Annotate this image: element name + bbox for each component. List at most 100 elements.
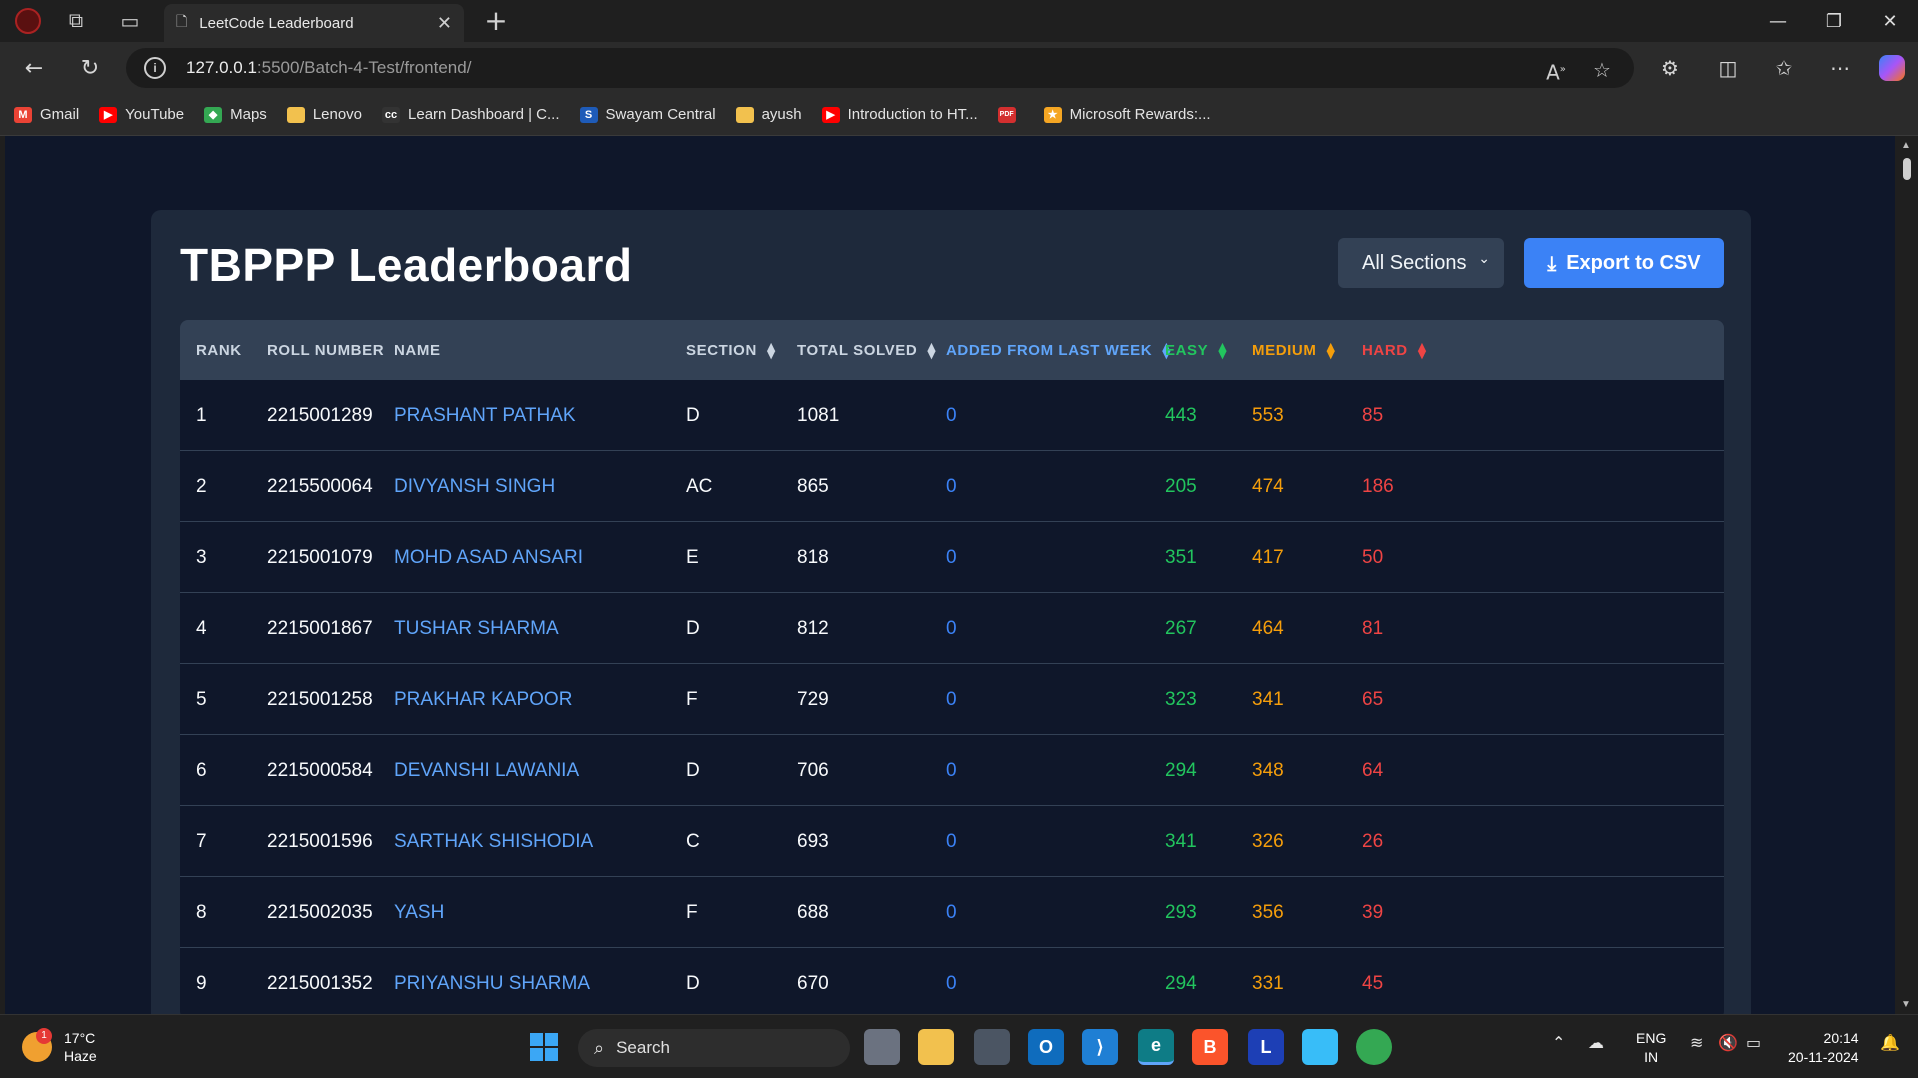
folder-icon	[286, 106, 305, 123]
page-title: TBPPP Leaderboard	[180, 239, 633, 291]
student-name-link[interactable]: DIVYANSH SINGH	[394, 476, 555, 498]
close-window-button[interactable]: ✕	[1862, 0, 1918, 42]
edge-icon[interactable]: e	[1138, 1029, 1174, 1065]
bookmark-item[interactable]: ▶ Introduction to HT...	[821, 106, 978, 123]
bookmark-item[interactable]: M Gmail	[14, 106, 79, 123]
favorite-star-icon[interactable]: ☆	[1584, 56, 1620, 84]
chevron-down-icon: ⌄	[1478, 251, 1490, 267]
cell-rank: 7	[196, 831, 207, 852]
taskbar-search[interactable]: ⌕ Search	[578, 1029, 850, 1067]
store-icon[interactable]	[974, 1029, 1010, 1065]
show-hidden-icons-icon[interactable]: ⌃	[1552, 1033, 1565, 1052]
url-text[interactable]: 127.0.0.1:5500/Batch-4-Test/frontend/	[186, 58, 471, 78]
new-tab-button[interactable]: +	[478, 6, 514, 38]
chrome-icon[interactable]	[1356, 1029, 1392, 1065]
battery-icon[interactable]: ▭	[1746, 1033, 1761, 1052]
notifications-icon[interactable]: 🔔	[1880, 1033, 1900, 1052]
profile-icon[interactable]	[6, 0, 50, 42]
scrollbar-thumb[interactable]	[1903, 158, 1911, 180]
vscode-icon[interactable]: ⟩	[1082, 1029, 1118, 1065]
close-tab-icon[interactable]: ✕	[437, 13, 452, 34]
copilot-icon[interactable]	[1872, 50, 1912, 86]
language-indicator[interactable]: ENG IN	[1636, 1029, 1666, 1067]
sort-icon[interactable]: ▲ ▼	[927, 341, 936, 360]
volume-muted-icon[interactable]: 🔇	[1718, 1033, 1738, 1052]
file-explorer-icon[interactable]	[918, 1029, 954, 1065]
student-name-link[interactable]: TUSHAR SHARMA	[394, 618, 559, 640]
bookmark-item[interactable]: cc Learn Dashboard | C...	[382, 106, 560, 123]
read-aloud-icon[interactable]: A»	[1538, 56, 1574, 85]
tab-actions-icon[interactable]: ▭	[108, 0, 152, 42]
column-added-last-week[interactable]: ADDED FROM LAST WEEK ▲ ▼	[946, 341, 1171, 360]
student-name-link[interactable]: DEVANSHI LAWANIA	[394, 760, 579, 782]
student-name-link[interactable]: PRAKHAR KAPOOR	[394, 689, 572, 711]
bookmark-item[interactable]: ▶ YouTube	[99, 106, 184, 123]
sort-icon[interactable]: ▲ ▼	[1218, 341, 1227, 360]
extensions-icon[interactable]: ⚙	[1650, 50, 1690, 86]
favorites-icon[interactable]: ✩	[1764, 50, 1804, 86]
restore-button[interactable]: ❐	[1806, 0, 1862, 42]
cell-hard: 81	[1362, 618, 1384, 639]
export-csv-button[interactable]: ⤓ Export to CSV	[1524, 238, 1724, 288]
wifi-icon[interactable]: ≋	[1690, 1033, 1703, 1052]
clock[interactable]: 20:14 20-11-2024	[1788, 1029, 1859, 1067]
student-name-link[interactable]: MOHD ASAD ANSARI	[394, 547, 583, 569]
student-name-link[interactable]: PRIYANSHU SHARMA	[394, 973, 590, 995]
start-button[interactable]	[526, 1029, 562, 1065]
column-section[interactable]: SECTION ▲ ▼	[686, 341, 776, 360]
folder-icon	[735, 106, 754, 123]
more-menu-icon[interactable]: ⋯	[1820, 50, 1860, 86]
cell-medium: 326	[1252, 831, 1284, 852]
bookmarks-bar: M Gmail ▶ YouTube ◆ Maps Lenovo cc Learn Dashboa…	[0, 94, 1918, 136]
bookmark-item[interactable]: S Swayam Central	[579, 106, 716, 123]
brave-icon[interactable]: B	[1192, 1029, 1228, 1065]
bookmark-item[interactable]: ◆ Maps	[204, 106, 267, 123]
student-name-link[interactable]: YASH	[394, 902, 444, 924]
bookmark-item[interactable]: PDF	[997, 106, 1024, 123]
student-name-link[interactable]: SARTHAK SHISHODIA	[394, 831, 593, 853]
back-button[interactable]: ←	[16, 50, 52, 86]
address-bar[interactable]: i 127.0.0.1:5500/Batch-4-Test/frontend/ …	[126, 48, 1634, 88]
outlook-icon[interactable]: O	[1028, 1029, 1064, 1065]
cell-easy: 267	[1165, 618, 1197, 639]
split-screen-icon[interactable]: ◫	[1708, 50, 1748, 86]
youtube-icon: ▶	[821, 106, 840, 123]
onedrive-icon[interactable]: ☁	[1588, 1033, 1604, 1052]
download-icon: ⤓	[1547, 251, 1557, 275]
refresh-button[interactable]: ↻	[72, 50, 108, 86]
clock-time: 20:14	[1823, 1030, 1859, 1046]
section-select[interactable]: All Sections ⌄	[1338, 238, 1504, 288]
notepad-icon[interactable]	[1302, 1029, 1338, 1065]
cell-rank: 4	[196, 618, 207, 639]
bookmark-label: Gmail	[40, 106, 80, 123]
lenovo-app-icon[interactable]: L	[1248, 1029, 1284, 1065]
bookmark-item[interactable]: ★ Microsoft Rewards:...	[1043, 106, 1211, 123]
sort-icon[interactable]: ▲ ▼	[1418, 341, 1427, 360]
cell-added-last-week: 0	[946, 476, 957, 497]
column-total-solved[interactable]: TOTAL SOLVED ▲ ▼	[797, 341, 936, 360]
tab-leetcode-leaderboard[interactable]: 🗋 LeetCode Leaderboard ✕	[164, 4, 464, 42]
bookmark-item[interactable]: Lenovo	[286, 106, 362, 123]
workspaces-icon[interactable]: ⧉	[54, 0, 98, 42]
bookmark-item[interactable]: ayush	[735, 106, 802, 123]
cell-roll-number: 2215001596	[267, 831, 373, 852]
scroll-up-icon[interactable]: ▲	[1901, 140, 1911, 151]
column-easy[interactable]: EASY ▲ ▼	[1165, 341, 1227, 360]
weather-widget[interactable]: 1 17°C Haze	[22, 1028, 97, 1065]
cell-added-last-week: 0	[946, 618, 957, 639]
sort-icon[interactable]: ▲ ▼	[767, 341, 776, 360]
minimize-button[interactable]: —	[1750, 0, 1806, 42]
sort-icon[interactable]: ▲ ▼	[1326, 341, 1335, 360]
site-info-icon[interactable]: i	[144, 57, 166, 79]
scroll-down-icon[interactable]: ▼	[1901, 999, 1911, 1010]
page-scrollbar[interactable]: ▲ ▼	[1895, 136, 1918, 1014]
column-hard[interactable]: HARD ▲ ▼	[1362, 341, 1427, 360]
cell-medium: 348	[1252, 760, 1284, 781]
cell-rank: 1	[196, 405, 207, 426]
rewards-icon: ★	[1043, 106, 1062, 123]
maps-icon: ◆	[204, 106, 223, 123]
task-view-icon[interactable]	[864, 1029, 900, 1065]
cell-easy: 293	[1165, 902, 1197, 923]
student-name-link[interactable]: PRASHANT PATHAK	[394, 405, 576, 427]
column-medium[interactable]: MEDIUM ▲ ▼	[1252, 341, 1336, 360]
